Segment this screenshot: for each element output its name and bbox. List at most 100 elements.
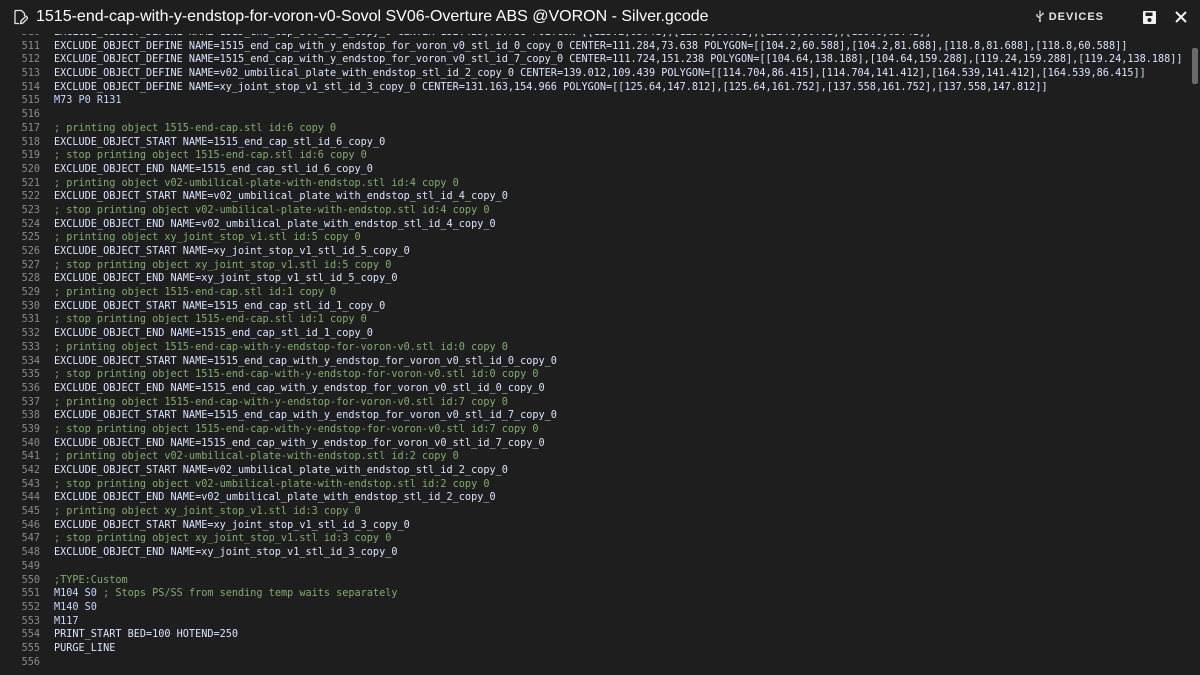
line-number: 538 [21,410,40,422]
line-comment: ; printing object 1515-end-cap.stl id:6 … [54,122,337,134]
code-line: 546 EXCLUDE_OBJECT_START NAME=xy_joint_st… [0,519,1188,533]
gcode-editor[interactable]: 510EXCLUDE_OBJECT_DEFINE NAME=1515_end_c… [0,34,1200,675]
code-line: 529 ; printing object 1515-end-cap.stl id… [0,286,1188,300]
code-line: 514 EXCLUDE_OBJECT_DEFINE NAME=xy_joint_s… [0,81,1188,95]
code-line: 521 ; printing object v02-umbilical-plate… [0,177,1188,191]
line-code: EXCLUDE_OBJECT_START NAME=1515_end_cap_s… [54,136,386,148]
code-line: 545 ; printing object xy_joint_stop_v1.st… [0,505,1188,519]
code-line: 525 ; printing object xy_joint_stop_v1.st… [0,231,1188,245]
line-number: 546 [21,519,40,531]
code-line: 532 EXCLUDE_OBJECT_END NAME=1515_end_cap_… [0,327,1188,341]
scrollbar-thumb[interactable] [1192,48,1198,84]
code-lines: 510EXCLUDE_OBJECT_DEFINE NAME=1515_end_c… [0,34,1188,669]
line-comment: ; Stops PS/SS from sending temp waits se… [103,588,398,600]
line-number: 554 [21,629,40,641]
code-line: 518 EXCLUDE_OBJECT_START NAME=1515_end_ca… [0,136,1188,150]
line-code: EXCLUDE_OBJECT_START NAME=1515_end_cap_s… [54,300,386,312]
devices-button[interactable]: DEVICES [1035,10,1104,25]
code-line: 517 ; printing object 1515-end-cap.stl id… [0,122,1188,136]
line-comment: ;TYPE:Custom [54,574,128,586]
code-line: 547 ; stop printing object xy_joint_stop_… [0,532,1188,546]
line-number: 550 [21,574,40,586]
code-line: 554 PRINT_START BED=100 HOTEND=250 [0,628,1188,642]
line-number: 511 [21,40,40,52]
line-number: 530 [21,300,40,312]
line-code: EXCLUDE_OBJECT_END NAME=1515_end_cap_stl… [54,328,373,340]
line-code: EXCLUDE_OBJECT_END NAME=v02_umbilical_pl… [54,218,496,230]
save-icon[interactable] [1140,8,1158,26]
code-line: 523 ; stop printing object v02-umbilical-… [0,204,1188,218]
line-comment: ; stop printing object 1515-end-cap.stl … [54,150,367,162]
code-line: 542 EXCLUDE_OBJECT_START NAME=v02_umbilic… [0,464,1188,478]
line-code: EXCLUDE_OBJECT_START NAME=xy_joint_stop_… [54,246,410,257]
line-code: EXCLUDE_OBJECT_END NAME=xy_joint_stop_v1… [54,547,398,559]
line-code: EXCLUDE_OBJECT_END NAME=v02_umbilical_pl… [54,492,496,504]
code-line: 534 EXCLUDE_OBJECT_START NAME=1515_end_ca… [0,355,1188,369]
line-number: 541 [21,451,40,463]
code-line: 520 EXCLUDE_OBJECT_END NAME=1515_end_cap_… [0,163,1188,177]
line-code: EXCLUDE_OBJECT_START NAME=v02_umbilical_… [54,191,508,203]
code-line: 548 EXCLUDE_OBJECT_END NAME=xy_joint_stop… [0,546,1188,560]
code-line: 555 PURGE_LINE [0,642,1188,656]
line-code: EXCLUDE_OBJECT_END NAME=1515_end_cap_stl… [54,163,373,175]
line-code: M73 P0 R131 [54,95,122,107]
code-line: 551 M104 S0 ; Stops PS/SS from sending te… [0,587,1188,601]
line-code: EXCLUDE_OBJECT_START NAME=xy_joint_stop_… [54,519,410,531]
line-number: 512 [21,54,40,66]
code-line: 530 EXCLUDE_OBJECT_START NAME=1515_end_ca… [0,300,1188,314]
line-number: 534 [21,355,40,367]
line-number: 548 [21,547,40,559]
code-line: 528 EXCLUDE_OBJECT_END NAME=xy_joint_stop… [0,272,1188,286]
line-comment: ; stop printing object xy_joint_stop_v1.… [54,533,392,545]
code-line: 550 ;TYPE:Custom [0,574,1188,588]
code-line: 549 [0,560,1188,574]
line-number: 549 [21,560,40,572]
line-code: EXCLUDE_OBJECT_START NAME=1515_end_cap_w… [54,355,557,367]
close-icon[interactable] [1172,8,1190,26]
line-number: 525 [21,232,40,244]
code-line: 535 ; stop printing object 1515-end-cap-w… [0,368,1188,382]
file-title: 1515-end-cap-with-y-endstop-for-voron-v0… [36,8,709,25]
line-number: 527 [21,259,40,271]
line-code: EXCLUDE_OBJECT_DEFINE NAME=1515_end_cap_… [54,54,1183,66]
code-line: 513 EXCLUDE_OBJECT_DEFINE NAME=v02_umbili… [0,67,1188,81]
code-line: 552 M140 S0 [0,601,1188,615]
line-number: 537 [21,396,40,408]
code-line: 522 EXCLUDE_OBJECT_START NAME=v02_umbilic… [0,190,1188,204]
line-comment: ; stop printing object 1515-end-cap.stl … [54,314,367,326]
line-number: 532 [21,328,40,340]
code-line: 511 EXCLUDE_OBJECT_DEFINE NAME=1515_end_c… [0,40,1188,54]
line-code: M104 S0 [54,588,104,600]
line-number: 523 [21,204,40,216]
code-line: 538 EXCLUDE_OBJECT_START NAME=1515_end_ca… [0,409,1188,423]
code-line: 519 ; stop printing object 1515-end-cap.s… [0,149,1188,163]
line-number: 553 [21,615,40,627]
line-number: 524 [21,218,40,230]
line-code: EXCLUDE_OBJECT_END NAME=1515_end_cap_wit… [54,382,545,394]
line-number: 555 [21,642,40,654]
line-code: EXCLUDE_OBJECT_START NAME=v02_umbilical_… [54,465,508,476]
line-number: 521 [21,177,40,189]
line-comment: ; printing object 1515-end-cap-with-y-en… [54,396,508,408]
line-number: 522 [21,191,40,203]
code-line: 533 ; printing object 1515-end-cap-with-y… [0,341,1188,355]
code-line: 526 EXCLUDE_OBJECT_START NAME=xy_joint_st… [0,245,1188,259]
line-code: PURGE_LINE [54,642,116,654]
code-line: 540 EXCLUDE_OBJECT_END NAME=1515_end_cap_… [0,437,1188,451]
line-code: EXCLUDE_OBJECT_START NAME=1515_end_cap_w… [54,410,557,422]
line-number: 540 [21,437,40,449]
line-code: EXCLUDE_OBJECT_DEFINE NAME=v02_umbilical… [54,68,1146,80]
editor-scrollbar[interactable] [1190,34,1200,675]
code-line: 536 EXCLUDE_OBJECT_END NAME=1515_end_cap_… [0,382,1188,396]
title-bar: 1515-end-cap-with-y-endstop-for-voron-v0… [0,0,1200,34]
line-number: 543 [21,478,40,490]
line-comment: ; stop printing object v02-umbilical-pla… [54,478,490,490]
line-comment: ; printing object xy_joint_stop_v1.stl i… [54,506,361,518]
code-line: 537 ; printing object 1515-end-cap-with-y… [0,396,1188,410]
code-line: 527 ; stop printing object xy_joint_stop_… [0,259,1188,273]
line-number: 515 [21,95,40,107]
code-line: 516 [0,108,1188,122]
line-number: 526 [21,246,40,257]
code-line: 539 ; stop printing object 1515-end-cap-w… [0,423,1188,437]
line-comment: ; stop printing object xy_joint_stop_v1.… [54,259,392,271]
